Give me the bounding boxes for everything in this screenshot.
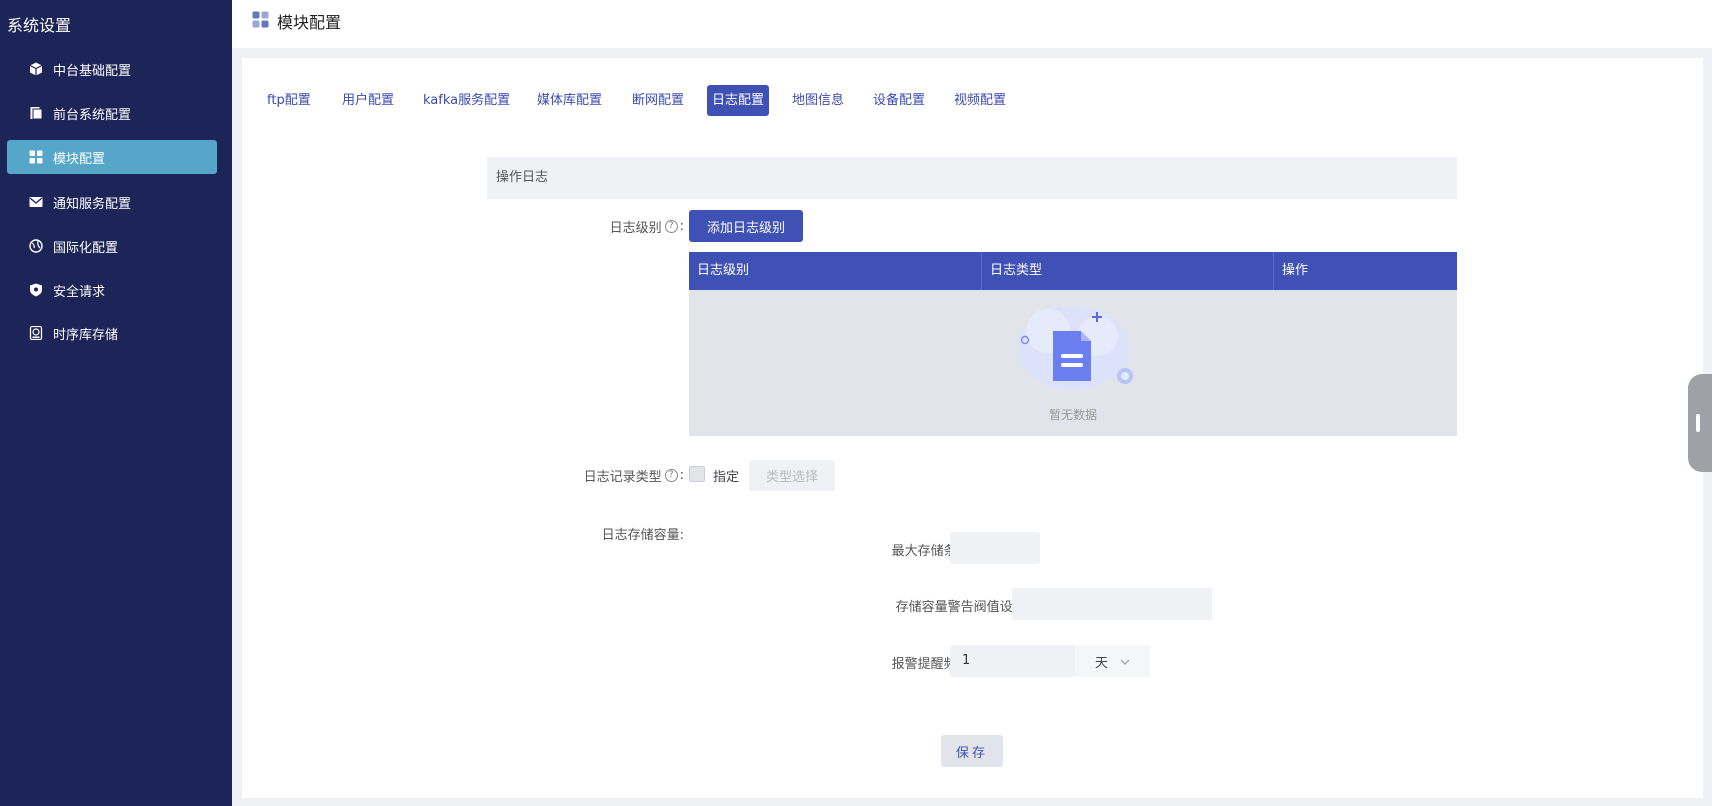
page-title: 模块配置 (277, 13, 342, 32)
sidebar-item-label: 时序库存储 (53, 327, 119, 343)
sidebar-title: 系统设置 (7, 16, 72, 35)
tab-video[interactable]: 视频配置 (949, 85, 1011, 116)
selected-unit: 天 (1095, 655, 1109, 671)
mail-icon (27, 193, 45, 211)
sidebar-item-label: 通知服务配置 (53, 196, 132, 212)
sidebar-item-notification[interactable]: 通知服务配置 (7, 185, 217, 219)
side-drawer-handle[interactable] (1688, 374, 1712, 472)
help-icon[interactable]: ? (664, 220, 678, 233)
section-title: 操作日志 (487, 157, 1457, 199)
sidebar-item-module-config[interactable]: 模块配置 (7, 140, 217, 174)
globe-icon (27, 237, 45, 255)
tab-log[interactable]: 日志配置 (707, 85, 770, 116)
grid-icon (252, 11, 269, 32)
sidebar-item-label: 前台系统配置 (53, 107, 132, 123)
content-card: ftp配置 用户配置 kafka服务配置 媒体库配置 断网配置 日志配置 地图信… (242, 58, 1703, 798)
log-level-table: 日志级别 日志类型 操作 暂无数据 (689, 252, 1457, 436)
log-level-label: 日志级别 ? : (609, 219, 684, 236)
chevron-down-icon (1120, 655, 1130, 668)
sidebar-item-label: 安全请求 (53, 284, 106, 300)
document-icon (27, 104, 45, 122)
tab-media[interactable]: 媒体库配置 (532, 85, 607, 116)
sidebar-item-platform-basic[interactable]: 中台基础配置 (7, 52, 217, 86)
page-header: 模块配置 (232, 0, 1712, 48)
tab-network[interactable]: 断网配置 (627, 85, 689, 116)
grid-icon (27, 148, 45, 166)
tab-kafka[interactable]: kafka服务配置 (418, 85, 515, 116)
sidebar-item-frontend[interactable]: 前台系统配置 (7, 96, 217, 130)
table-header: 日志级别 日志类型 操作 (689, 252, 1457, 290)
alert-frequency-unit-select[interactable]: 天 (1075, 645, 1150, 677)
column-header: 操作 (1273, 252, 1457, 290)
column-header: 日志级别 (697, 263, 750, 278)
cube-icon (27, 60, 45, 78)
type-select-button[interactable]: 类型选择 (749, 460, 835, 491)
empty-state: 暂无数据 (689, 290, 1457, 436)
threshold-input[interactable] (1012, 588, 1212, 620)
sidebar-item-label: 模块配置 (53, 151, 106, 167)
tab-ftp[interactable]: ftp配置 (262, 85, 316, 116)
sidebar-item-i18n[interactable]: 国际化配置 (7, 229, 217, 263)
record-type-label: 日志记录类型 ? : (583, 468, 684, 485)
column-header: 日志类型 (981, 252, 1273, 290)
save-button[interactable]: 保存 (941, 735, 1003, 767)
threshold-label: 存储容量警告阀值设置 ? : (762, 596, 1048, 615)
sidebar: 系统设置 中台基础配置 前台系统配置 模块配置 通知服务配置 国际化配置 安全请… (0, 0, 232, 806)
sidebar-item-label: 国际化配置 (53, 240, 119, 256)
sidebar-item-tsdb-storage[interactable]: 时序库存储 (7, 316, 217, 350)
tab-device[interactable]: 设备配置 (868, 85, 930, 116)
help-icon[interactable]: ? (664, 469, 678, 482)
alert-frequency-input[interactable]: 1 (950, 645, 1075, 677)
empty-data-icon (1018, 306, 1133, 390)
add-log-level-button[interactable]: 添加日志级别 (689, 210, 803, 242)
empty-text: 暂无数据 (1048, 408, 1097, 422)
handle-grip-icon (1696, 414, 1700, 432)
storage-capacity-label: 日志存储容量: (601, 528, 684, 543)
tab-user[interactable]: 用户配置 (337, 85, 399, 116)
sidebar-item-label: 中台基础配置 (53, 63, 132, 79)
storage-icon (27, 324, 45, 342)
specify-label: 指定 (713, 470, 740, 485)
sidebar-item-security[interactable]: 安全请求 (7, 273, 217, 307)
tab-map[interactable]: 地图信息 (787, 85, 849, 116)
shield-icon (27, 281, 45, 299)
max-count-input[interactable] (950, 532, 1040, 564)
specify-checkbox[interactable] (689, 466, 705, 482)
